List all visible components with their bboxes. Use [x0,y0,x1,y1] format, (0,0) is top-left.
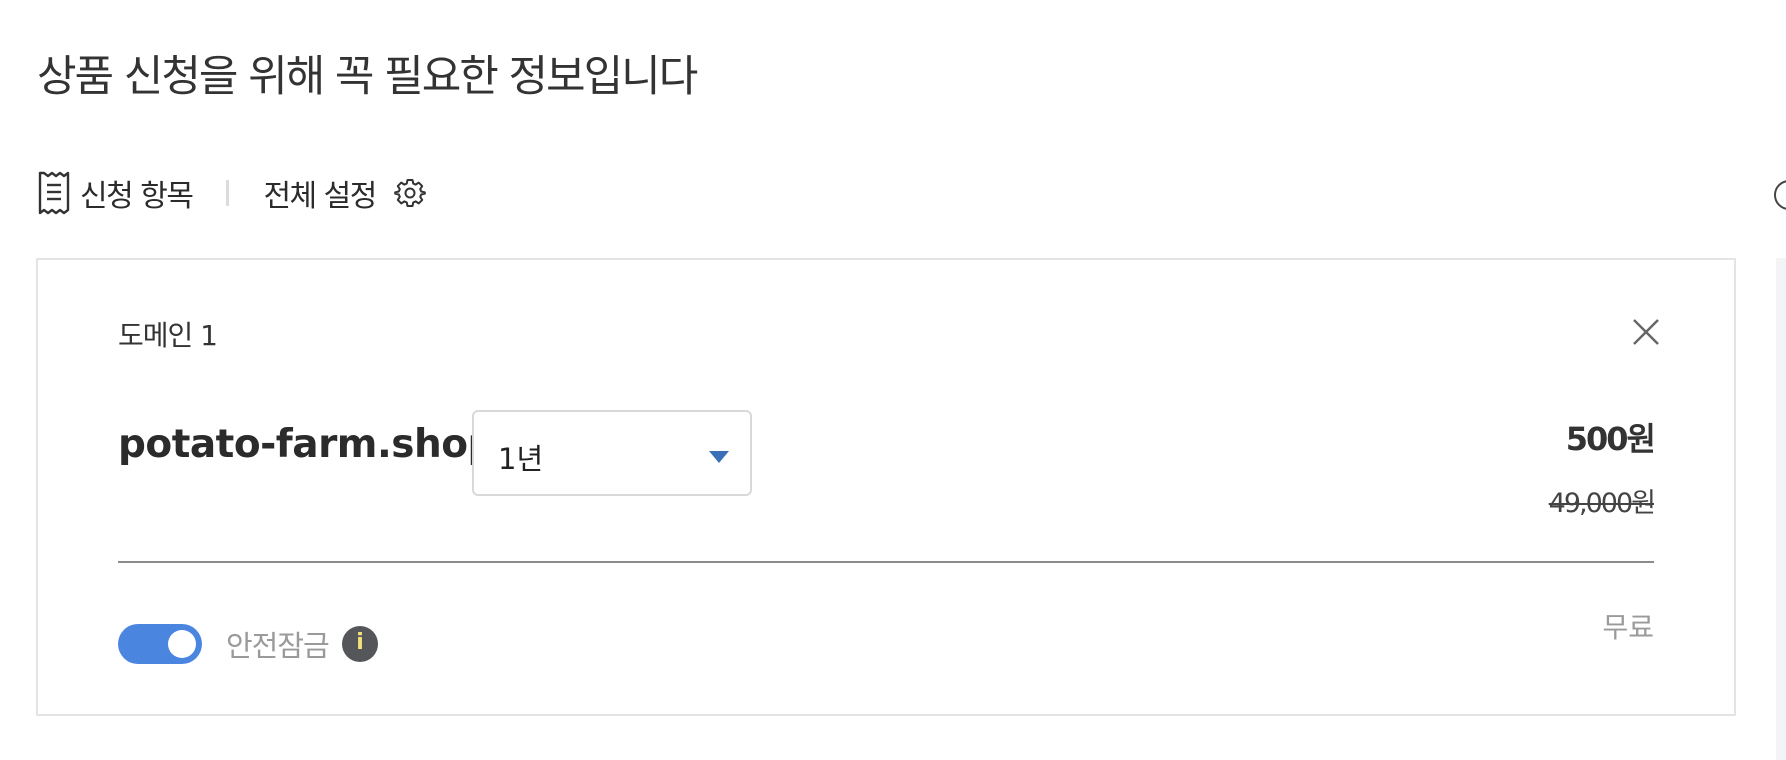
domain-name: potato-farm.shop [118,422,495,467]
receipt-icon [38,171,70,215]
card-label: 도메인 1 [118,319,218,352]
safety-lock-price: 무료 [1602,611,1654,644]
domain-card: 도메인 1 potato-farm.shop 1년 500원 49,000원 안… [36,258,1736,716]
info-icon[interactable]: i [342,626,378,662]
tab-items[interactable]: 신청 항목 [36,170,194,216]
safety-lock-toggle[interactable] [118,624,202,664]
original-price: 49,000원 [1548,488,1656,519]
tab-bar: 신청 항목 전체 설정 [36,170,426,216]
caret-down-icon [709,451,729,463]
price: 500원 [1565,420,1656,458]
close-icon[interactable] [1630,316,1662,348]
info-glyph: i [356,630,364,655]
period-select[interactable]: 1년 [472,410,752,496]
tab-items-label: 신청 항목 [80,179,194,214]
gear-icon[interactable] [394,177,426,209]
safety-lock-label: 안전잠금 [226,629,330,663]
page-title: 상품 신청을 위해 꼭 필요한 정보입니다 [37,52,698,102]
tab-divider [226,180,230,206]
divider [118,561,1654,563]
tab-settings-label: 전체 설정 [263,179,377,214]
tab-settings[interactable]: 전체 설정 [263,171,426,215]
side-panel-toggle-icon[interactable] [1774,180,1786,210]
page: 상품 신청을 위해 꼭 필요한 정보입니다 신청 항목 전체 설정 도메인 1 [0,0,1786,760]
side-panel-edge [1776,258,1786,760]
toggle-knob [168,630,196,658]
period-select-value: 1년 [498,442,544,476]
